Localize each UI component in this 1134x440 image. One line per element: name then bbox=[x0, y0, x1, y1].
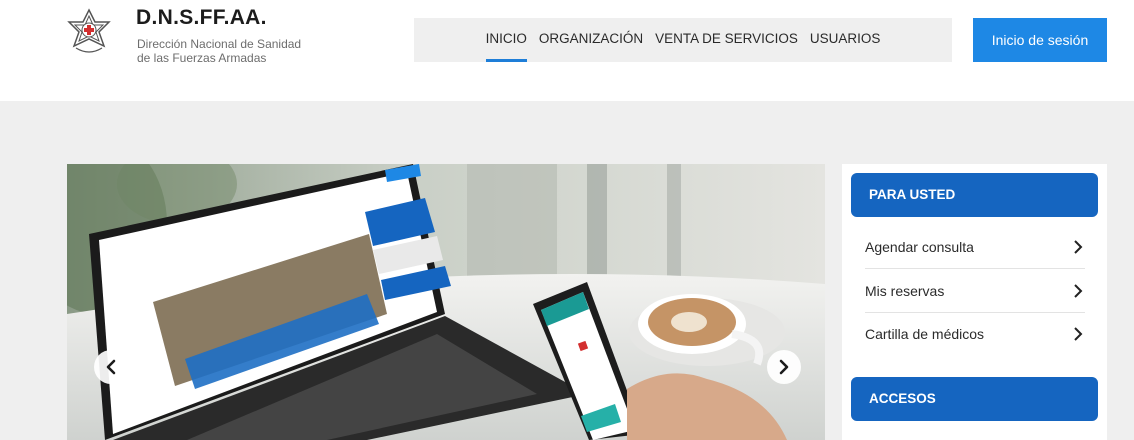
nav-item-inicio[interactable]: INICIO bbox=[485, 18, 528, 62]
login-button[interactable]: Inicio de sesión bbox=[973, 18, 1107, 62]
nav-item-usuarios[interactable]: USUARIOS bbox=[810, 18, 881, 62]
hero-slide-image bbox=[67, 164, 825, 440]
logo-icon[interactable] bbox=[66, 8, 112, 58]
chevron-right-icon bbox=[779, 359, 789, 375]
sidebar-item-label: Cartilla de médicos bbox=[865, 326, 985, 342]
brand-subtitle-line1: Dirección Nacional de Sanidad bbox=[137, 37, 302, 51]
site-header: D.N.S.FF.AA. Dirección Nacional de Sanid… bbox=[0, 0, 1134, 100]
brand-subtitle: Dirección Nacional de Sanidad de las Fue… bbox=[137, 37, 337, 65]
sidebar-item-mis-reservas[interactable]: Mis reservas bbox=[865, 270, 1085, 313]
sidebar-panel: PARA USTED Agendar consulta Mis reservas… bbox=[842, 164, 1107, 440]
divider bbox=[865, 268, 1085, 269]
accesos-header: ACCESOS bbox=[851, 377, 1098, 421]
chevron-right-icon bbox=[1074, 284, 1083, 298]
carousel-next-button[interactable] bbox=[767, 350, 801, 384]
nav-item-venta-de-servicios[interactable]: VENTA DE SERVICIOS bbox=[655, 18, 798, 62]
main-nav: INICIO ORGANIZACIÓN VENTA DE SERVICIOS U… bbox=[414, 18, 952, 62]
carousel-prev-button[interactable] bbox=[94, 350, 128, 384]
chevron-left-icon bbox=[106, 359, 116, 375]
nav-item-organizacion[interactable]: ORGANIZACIÓN bbox=[539, 18, 643, 62]
hero-carousel[interactable] bbox=[67, 164, 825, 440]
sidebar-item-cartilla-de-medicos[interactable]: Cartilla de médicos bbox=[865, 313, 1085, 356]
sidebar-item-label: Mis reservas bbox=[865, 283, 945, 299]
brand-subtitle-line2: de las Fuerzas Armadas bbox=[137, 51, 267, 65]
para-usted-header: PARA USTED bbox=[851, 173, 1098, 217]
chevron-right-icon bbox=[1074, 327, 1083, 341]
sidebar-item-agendar-consulta[interactable]: Agendar consulta bbox=[865, 226, 1085, 269]
brand-title[interactable]: D.N.S.FF.AA. bbox=[136, 6, 267, 30]
sidebar-item-label: Agendar consulta bbox=[865, 239, 974, 255]
chevron-right-icon bbox=[1074, 240, 1083, 254]
